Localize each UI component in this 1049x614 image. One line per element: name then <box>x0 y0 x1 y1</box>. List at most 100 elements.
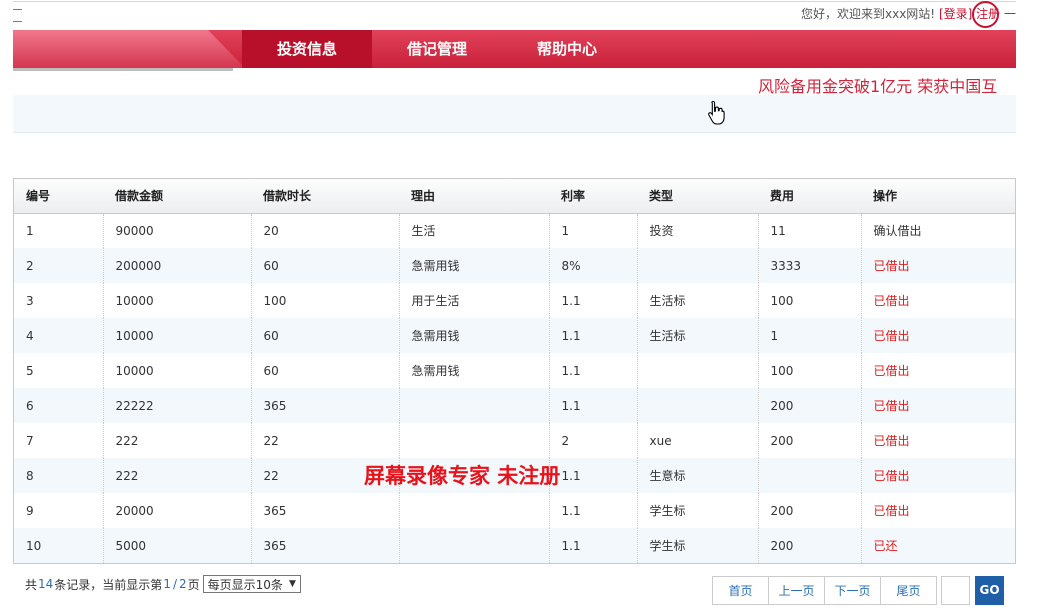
header-rate: 利率 <box>549 179 637 214</box>
cell-type: 学生标 <box>636 528 758 563</box>
cell-duration: 365 <box>250 528 399 563</box>
cell-type <box>636 248 758 283</box>
nav-tab-investment-info[interactable]: 投资信息 <box>242 30 372 68</box>
top-welcome-bar: 您好，欢迎来到xxx网站! [登录] 注册 一 <box>620 1 1016 28</box>
total-pages: 2 <box>179 577 187 591</box>
prev-page-button[interactable]: 上一页 <box>768 576 825 605</box>
current-page: 1 <box>163 577 171 591</box>
last-page-button[interactable]: 尾页 <box>880 576 937 605</box>
cell-fee: 1 <box>757 318 861 353</box>
cell-reason <box>398 493 549 528</box>
recorder-watermark: 屏幕录像专家 未注册 <box>364 463 561 488</box>
cell-type: 生意标 <box>636 458 758 493</box>
nav-tab-debit-management[interactable]: 借记管理 <box>372 30 502 68</box>
cell-rate: 8% <box>548 248 637 283</box>
cell-amount: 10000 <box>102 353 251 388</box>
cell-type: 投资 <box>636 213 758 248</box>
cell-amount: 22222 <box>102 388 251 423</box>
cell-id: 5 <box>26 363 34 378</box>
page-size-value: 每页显示10条 <box>207 577 283 592</box>
header-duration: 借款时长 <box>251 179 399 214</box>
hand-cursor-icon <box>708 100 725 125</box>
cell-amount: 222 <box>102 458 251 493</box>
window-dash-top <box>13 9 22 10</box>
table-row: 10 5000 365 1.1 学生标 200 已还 <box>14 528 1015 563</box>
cell-rate: 1.1 <box>548 458 637 493</box>
cell-reason: 生活 <box>398 213 549 248</box>
status-lent: 已借出 <box>860 248 1015 283</box>
table-row: 9 20000 365 1.1 学生标 200 已借出 <box>14 493 1015 528</box>
top-border-line <box>13 1 1016 2</box>
page-size-select[interactable]: 每页显示10条 ▼ <box>202 575 301 593</box>
cell-rate: 1.1 <box>548 283 637 318</box>
cell-fee: 200 <box>757 388 861 423</box>
cell-rate: 1.1 <box>548 493 637 528</box>
cell-amount: 90000 <box>102 213 251 248</box>
nav-shadow <box>13 68 233 71</box>
cell-fee <box>757 458 861 493</box>
main-nav-bar: 投资信息 借记管理 帮助中心 <box>13 30 1016 68</box>
confirm-lend-link[interactable]: 确认借出 <box>860 213 1015 248</box>
cell-amount: 10000 <box>102 283 251 318</box>
cell-reason: 用于生活 <box>398 283 549 318</box>
topbar-dash: 一 <box>1003 7 1016 21</box>
cell-type <box>636 388 758 423</box>
summary-mid: 条记录，当前显示第 <box>54 577 163 592</box>
cell-id: 10 <box>14 528 103 563</box>
pagination-summary: 共 14 条记录，当前显示第 1 / 2 页 每页显示10条 ▼ <box>25 575 301 593</box>
cell-type: 生活标 <box>636 318 758 353</box>
register-link-wrap[interactable]: 注册 <box>972 1 1000 28</box>
cell-fee: 100 <box>757 283 861 318</box>
cell-type: xue <box>636 423 758 458</box>
page-number-input[interactable] <box>941 576 970 605</box>
cell-amount: 5000 <box>102 528 251 563</box>
cell-id: 8 <box>14 458 103 493</box>
cell-duration: 365 <box>250 493 399 528</box>
nav-tab-help-center[interactable]: 帮助中心 <box>502 30 632 68</box>
loan-table-container: 编号 借款金额 借款时长 理由 利率 类型 费用 操作 1 90000 20 生… <box>13 178 1016 564</box>
header-fee: 费用 <box>758 179 861 214</box>
cell-id: 1 <box>26 223 34 238</box>
summary-suffix: 页 <box>187 577 200 592</box>
status-lent: 已借出 <box>860 388 1015 423</box>
cell-id: 6 <box>14 388 103 423</box>
table-row: 3 10000 100 用于生活 1.1 生活标 100 已借出 <box>14 283 1015 318</box>
cell-id: 9 <box>26 503 34 518</box>
page-separator: / <box>172 577 177 591</box>
status-lent: 已借出 <box>860 318 1015 353</box>
cell-duration: 365 <box>250 388 399 423</box>
table-row: 6 22222 365 1.1 200 已借出 <box>14 388 1015 423</box>
cell-id: 4 <box>14 318 103 353</box>
cell-fee: 11 <box>757 213 861 248</box>
cell-rate: 1 <box>548 213 637 248</box>
header-reason: 理由 <box>399 179 549 214</box>
cell-fee: 100 <box>757 353 861 388</box>
welcome-text: 您好，欢迎来到xxx网站! <box>800 7 936 21</box>
info-banner <box>13 95 1016 133</box>
window-dash-bottom <box>13 21 22 22</box>
annotation-circle-icon <box>972 1 1000 28</box>
first-page-button[interactable]: 首页 <box>712 576 769 605</box>
cell-rate: 1.1 <box>548 388 637 423</box>
chevron-down-icon: ▼ <box>288 579 296 589</box>
table-row: 2 200000 60 急需用钱 8% 3333 已借出 <box>14 248 1015 283</box>
header-action: 操作 <box>861 179 1015 214</box>
go-button[interactable]: GO <box>975 576 1004 605</box>
scrolling-notice[interactable]: 风险备用金突破1亿元 荣获中国互 <box>758 73 1016 97</box>
cell-amount: 10000 <box>102 318 251 353</box>
next-page-button[interactable]: 下一页 <box>824 576 881 605</box>
cell-id: 2 <box>14 248 103 283</box>
cell-rate: 1.1 <box>548 318 637 353</box>
cell-type: 生活标 <box>636 283 758 318</box>
cell-duration: 20 <box>250 213 399 248</box>
table-row: 5 10000 60 急需用钱 1.1 100 已借出 <box>14 353 1015 388</box>
cell-duration: 22 <box>250 423 399 458</box>
cell-fee: 200 <box>757 423 861 458</box>
cell-reason <box>398 528 549 563</box>
cell-fee: 200 <box>757 528 861 563</box>
header-id: 编号 <box>14 179 103 214</box>
cell-amount: 20000 <box>102 493 251 528</box>
pager: 首页 上一页 下一页 尾页 <box>712 576 937 605</box>
cell-duration: 60 <box>250 318 399 353</box>
login-link[interactable]: [登录] <box>939 7 972 21</box>
